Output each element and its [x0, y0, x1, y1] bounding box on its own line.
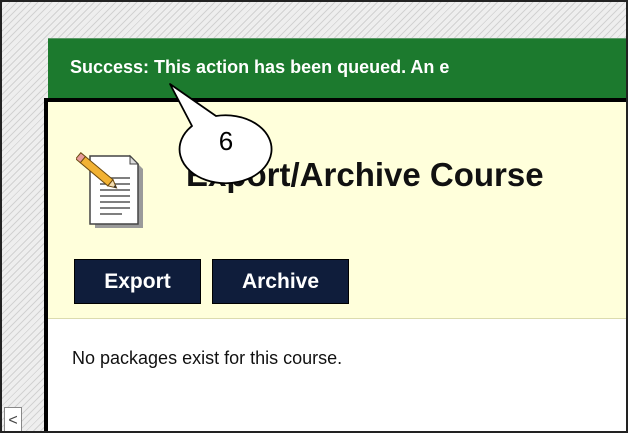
archive-button-label: Archive — [241, 269, 320, 293]
export-button-label: Export — [104, 269, 171, 293]
callout-number: 6 — [218, 126, 234, 156]
page-header: Export/Archive Course Export Archive — [48, 102, 626, 319]
page-title: Export/Archive Course — [186, 156, 544, 193]
empty-packages-message: No packages exist for this course. — [72, 348, 343, 368]
export-button[interactable]: Export — [74, 259, 201, 304]
document-pencil-icon — [76, 152, 143, 228]
chevron-left-icon: < — [8, 412, 18, 429]
success-message: Success: This action has been queued. An… — [70, 57, 450, 77]
scroll-left-button[interactable]: < — [4, 407, 22, 431]
content-panel: Export/Archive Course Export Archive No … — [44, 98, 626, 431]
success-banner: Success: This action has been queued. An… — [48, 38, 626, 98]
screenshot-frame: Success: This action has been queued. An… — [0, 0, 628, 433]
archive-button[interactable]: Archive — [212, 259, 349, 304]
